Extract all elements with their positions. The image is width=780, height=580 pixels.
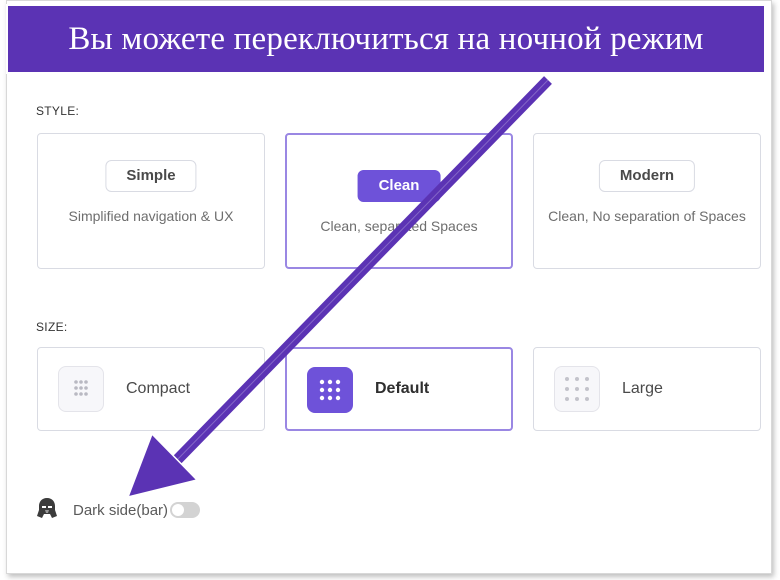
banner-text: Вы можете переключиться на ночной режим xyxy=(68,20,704,57)
default-grid-icon xyxy=(307,367,353,413)
style-modern-pill: Modern xyxy=(598,160,696,192)
size-default-label: Default xyxy=(375,380,430,397)
style-card-modern[interactable]: Modern Clean, No separation of Spaces xyxy=(533,133,761,269)
annotation-banner: Вы можете переключиться на ночной режим xyxy=(6,4,766,74)
dark-sidebar-label: Dark side(bar) xyxy=(73,501,169,519)
compact-grid-icon xyxy=(58,366,104,412)
style-clean-pill: Clean xyxy=(357,170,441,202)
size-card-default[interactable]: Default xyxy=(285,347,513,431)
large-grid-icon xyxy=(554,366,600,412)
size-card-large[interactable]: Large xyxy=(533,347,761,431)
style-card-simple[interactable]: Simple Simplified navigation & UX xyxy=(37,133,265,269)
style-simple-description: Simplified navigation & UX xyxy=(68,208,234,224)
style-clean-description: Clean, separated Spaces xyxy=(320,218,478,234)
style-section-label: STYLE: xyxy=(36,104,80,118)
size-card-compact[interactable]: Compact xyxy=(37,347,265,431)
dark-sidebar-row: Dark side(bar) xyxy=(36,496,201,525)
style-card-clean[interactable]: Clean Clean, separated Spaces xyxy=(285,133,513,269)
size-section-label: SIZE: xyxy=(36,320,68,334)
darth-vader-icon xyxy=(36,496,58,525)
size-large-label: Large xyxy=(622,380,663,397)
toggle-knob xyxy=(172,504,185,516)
style-simple-pill: Simple xyxy=(105,160,197,192)
settings-panel xyxy=(6,0,772,574)
dark-sidebar-toggle[interactable] xyxy=(170,502,201,518)
style-modern-description: Clean, No separation of Spaces xyxy=(548,208,746,224)
size-compact-label: Compact xyxy=(126,380,191,397)
